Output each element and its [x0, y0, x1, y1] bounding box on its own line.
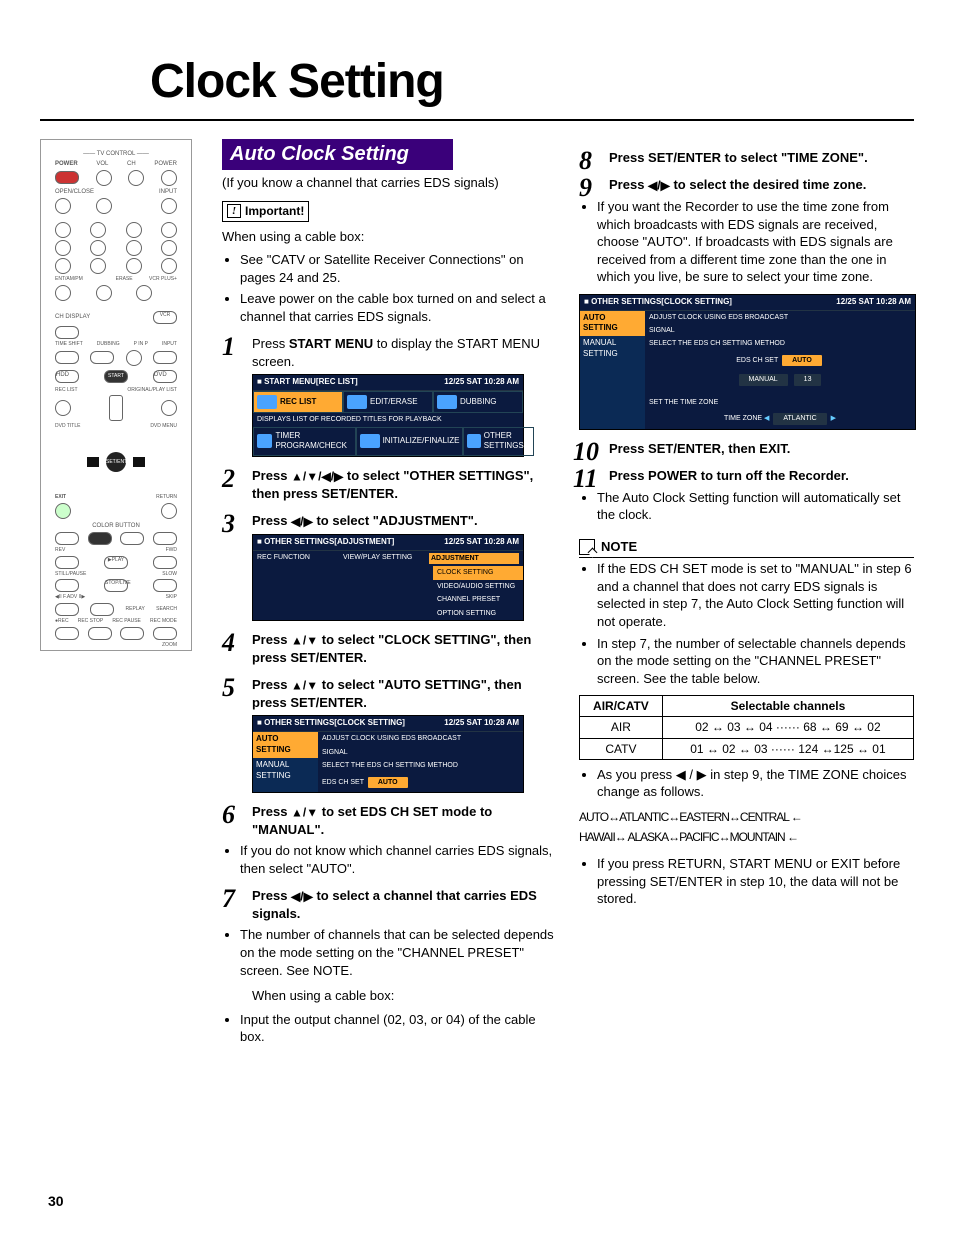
note-icon	[579, 539, 595, 555]
osd-clock-setting-auto: ■ OTHER SETTINGS[CLOCK SETTING]12/25 SAT…	[252, 715, 524, 793]
step-9-sub: If you want the Recorder to use the time…	[597, 198, 914, 286]
important-lead: When using a cable box:	[222, 228, 557, 246]
final-note: If you press RETURN, START MENU or EXIT …	[597, 855, 914, 908]
osd-adjustment: ■ OTHER SETTINGS[ADJUSTMENT]12/25 SAT 10…	[252, 534, 524, 621]
step-11-sub: The Auto Clock Setting function will aut…	[597, 489, 914, 524]
section-header: Auto Clock Setting	[222, 139, 453, 170]
title-rule	[40, 119, 914, 121]
osd-start-menu: ■ START MENU[REC LIST]12/25 SAT 10:28 AM…	[252, 374, 524, 457]
step-7-sub2: Input the output channel (02, 03, or 04)…	[240, 1011, 557, 1046]
step-11: 11 Press POWER to turn off the Recorder.	[579, 467, 914, 485]
important-bullets: See "CATV or Satellite Receiver Connecti…	[240, 251, 557, 325]
step-9: 9 Press ◀/▶ to select the desired time z…	[579, 176, 914, 194]
important-heading: !Important!	[222, 201, 557, 221]
step-3: 3 Press ◀/▶ to select "ADJUSTMENT".	[222, 512, 557, 530]
channels-table: AIR/CATVSelectable channels AIR02 ↔ 03 ↔…	[579, 695, 914, 760]
notes-list: If the EDS CH SET mode is set to "MANUAL…	[597, 560, 914, 687]
intro-text: (If you know a channel that carries EDS …	[222, 174, 557, 192]
note-heading: NOTE	[579, 538, 914, 559]
page-title: Clock Setting	[150, 50, 914, 115]
step-5: 5 Press ▲/▼ to select "AUTO SETTING", th…	[222, 676, 557, 711]
step-7: 7 Press ◀/▶ to select a channel that car…	[222, 887, 557, 922]
step-1: 1 Press START MENU to display the START …	[222, 335, 557, 370]
tz-lead: As you press ◀ / ▶ in step 9, the TIME Z…	[597, 766, 914, 801]
step-10: 10 Press SET/ENTER, then EXIT.	[579, 440, 914, 458]
tz-sequence-2: HAWAII↔ ALASKA↔PACIFIC↔MOUNTAIN ←	[579, 829, 914, 845]
step-6-sub: If you do not know which channel carries…	[240, 842, 557, 877]
step-8: 8 Press SET/ENTER to select "TIME ZONE".	[579, 149, 914, 167]
step-4: 4 Press ▲/▼ to select "CLOCK SETTING", t…	[222, 631, 557, 666]
step-6: 6 Press ▲/▼ to set EDS CH SET mode to "M…	[222, 803, 557, 838]
step-7-sub1: The number of channels that can be selec…	[240, 926, 557, 979]
step-7-lead2: When using a cable box:	[252, 987, 557, 1005]
osd-timezone: ■ OTHER SETTINGS[CLOCK SETTING]12/25 SAT…	[579, 294, 916, 430]
page-number: 30	[48, 1192, 64, 1211]
remote-control-illustration: —— TV CONTROL —— POWER VOL CH POWER OPEN…	[40, 139, 192, 651]
step-2: 2 Press ▲/▼/◀/▶ to select "OTHER SETTING…	[222, 467, 557, 502]
tz-sequence-1: AUTO↔ATLANTIC↔EASTERN↔CENTRAL ←	[579, 809, 914, 825]
